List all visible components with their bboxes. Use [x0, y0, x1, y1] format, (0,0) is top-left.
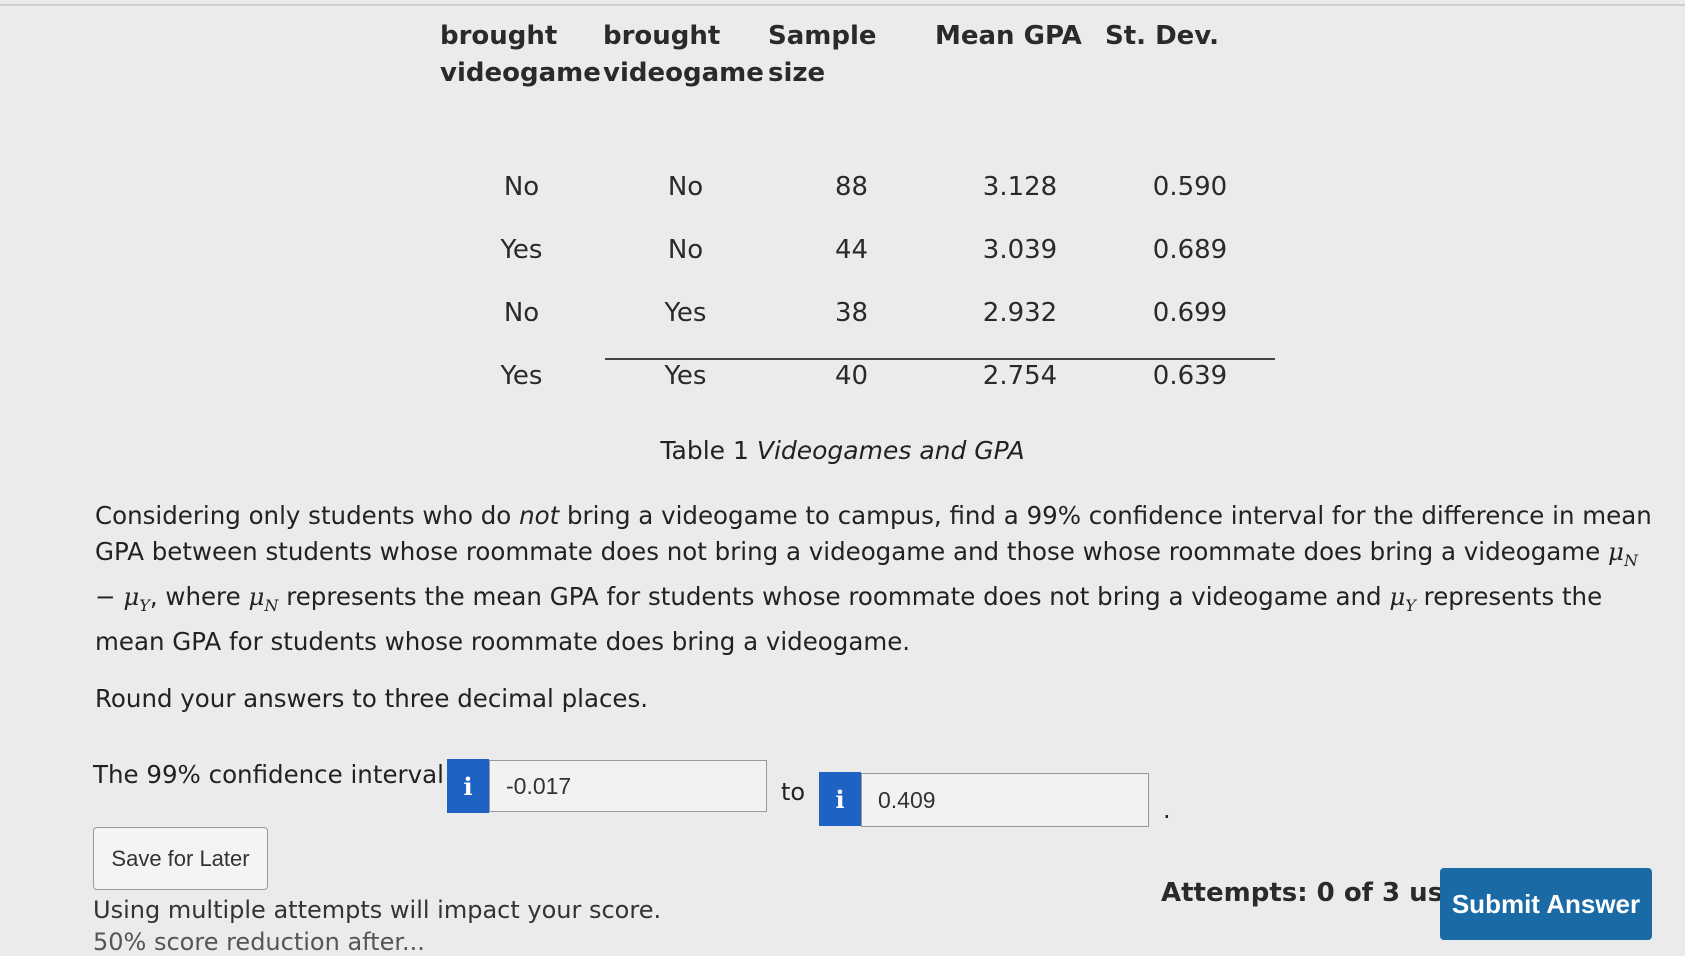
- table-cell: 0.639: [1152, 360, 1228, 391]
- col-header-brought-2: brought videogame: [603, 21, 764, 88]
- attempts-warning: Using multiple attempts will impact your…: [93, 896, 662, 924]
- table-row: No Yes 38 2.932 0.699: [440, 281, 1275, 344]
- interval-label: The 99% confidence interval is: [93, 760, 472, 789]
- question-part: Considering only students who do: [95, 501, 512, 530]
- math-mu-y: μY: [1389, 581, 1416, 615]
- attempts-counter: Attempts: 0 of 3 used: [1161, 878, 1480, 908]
- submit-answer-button[interactable]: Submit Answer: [1440, 868, 1652, 940]
- table-cell: 0.699: [1152, 297, 1228, 328]
- top-divider: [0, 4, 1685, 6]
- table-caption: Table 1 Videogames and GPA: [0, 436, 1685, 465]
- caption-title: Videogames and GPA: [756, 436, 1025, 465]
- table-row: Yes Yes 40 2.754 0.639: [440, 344, 1275, 407]
- col-header-st-dev: St. Dev.: [1105, 21, 1220, 51]
- table-cell: Yes: [500, 234, 543, 265]
- question-part: represents the mean GPA for students who…: [286, 581, 1382, 611]
- col-header-mean-gpa: Mean GPA: [935, 21, 1082, 51]
- table-row: No No 88 3.128 0.590: [440, 155, 1275, 218]
- question-emphasis: not: [519, 501, 560, 530]
- upper-bound-input[interactable]: 0.409: [861, 773, 1149, 827]
- table-cell: 0.689: [1152, 234, 1228, 265]
- col-header-sample-size: Sample size: [768, 21, 877, 88]
- table-cell: 38: [834, 297, 869, 328]
- caption-prefix: Table 1: [660, 436, 749, 465]
- score-reduction-note: 50% score reduction after...: [93, 928, 425, 956]
- table-cell: No: [667, 171, 704, 202]
- table-cell: No: [503, 297, 540, 328]
- table-row: Yes No 44 3.039 0.689: [440, 218, 1275, 281]
- info-icon[interactable]: i: [819, 772, 861, 826]
- question-part: , where: [149, 581, 241, 611]
- table-cell: 40: [834, 360, 869, 391]
- info-icon[interactable]: i: [447, 759, 489, 813]
- question-text: Considering only students who do not bri…: [95, 498, 1655, 660]
- to-label: to: [781, 778, 806, 806]
- table-cell: No: [503, 171, 540, 202]
- lower-bound-input[interactable]: -0.017: [489, 760, 767, 812]
- math-mu-n: μN: [248, 581, 279, 615]
- table-cell: 88: [834, 171, 869, 202]
- rounding-instruction: Round your answers to three decimal plac…: [95, 684, 649, 713]
- videogame-gpa-table: brought videogame brought videogame Samp…: [440, 18, 1275, 407]
- save-for-later-button[interactable]: Save for Later: [93, 827, 268, 890]
- table-cell: 2.932: [982, 297, 1058, 328]
- period: .: [1163, 796, 1171, 824]
- col-header-brought-1: brought videogame: [440, 21, 601, 88]
- table-bottom-rule: [605, 358, 1275, 360]
- table-header-row: brought videogame brought videogame Samp…: [440, 18, 1275, 92]
- table-cell: 3.128: [982, 171, 1058, 202]
- table-cell: No: [667, 234, 704, 265]
- table-cell: Yes: [664, 360, 707, 391]
- table-cell: Yes: [664, 297, 707, 328]
- table-cell: 44: [834, 234, 869, 265]
- table-cell: 0.590: [1152, 171, 1228, 202]
- table-cell: Yes: [500, 360, 543, 391]
- table-cell: 2.754: [982, 360, 1058, 391]
- table-cell: 3.039: [982, 234, 1058, 265]
